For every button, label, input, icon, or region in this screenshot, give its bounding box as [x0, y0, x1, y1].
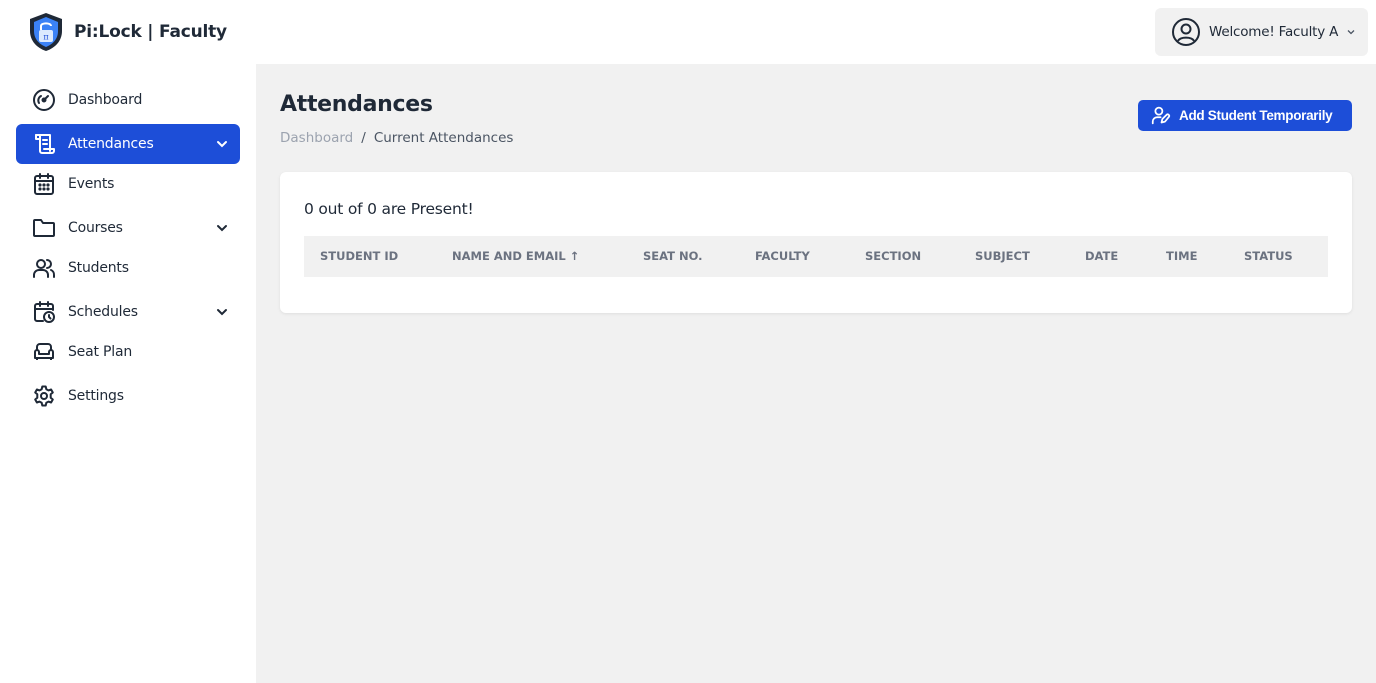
sidebar-item-label: Seat Plan: [68, 344, 133, 360]
chevron-down-icon[interactable]: [214, 220, 230, 236]
sidebar-item-label: Courses: [68, 220, 123, 236]
sidebar-item-label: Events: [68, 176, 115, 192]
column-header-name-and-email[interactable]: NAME AND EMAIL ↑: [452, 249, 579, 263]
main-content: Attendances Dashboard / Current Attendan…: [256, 64, 1376, 683]
column-header-section[interactable]: SECTION: [865, 249, 921, 263]
sidebar: Dashboard Attendances Events Courses Stu…: [0, 64, 256, 683]
shield-lock-logo-icon: π: [28, 12, 64, 52]
sidebar-item-label: Schedules: [68, 304, 138, 320]
svg-text:π: π: [43, 33, 48, 42]
calendar-clock-icon: [32, 300, 56, 324]
column-header-status[interactable]: STATUS: [1244, 249, 1293, 263]
sidebar-item-schedules[interactable]: Schedules: [16, 292, 240, 332]
chevron-down-icon[interactable]: [214, 136, 230, 152]
column-header-student-id[interactable]: STUDENT ID: [320, 249, 398, 263]
sidebar-item-label: Students: [68, 260, 129, 276]
table-header: STUDENT ID NAME AND EMAIL ↑ SEAT NO. FAC…: [304, 236, 1328, 277]
top-header: π Pi:Lock | Faculty Welcome! Faculty A: [0, 0, 1376, 64]
attendance-summary: 0 out of 0 are Present!: [304, 200, 474, 218]
column-header-seat-no[interactable]: SEAT NO.: [643, 249, 703, 263]
sidebar-item-events[interactable]: Events: [16, 164, 240, 204]
welcome-text: Welcome! Faculty A: [1209, 24, 1339, 40]
breadcrumb-dashboard-link[interactable]: Dashboard: [280, 130, 353, 146]
breadcrumb: Dashboard / Current Attendances: [280, 130, 513, 146]
sidebar-item-settings[interactable]: Settings: [16, 376, 240, 416]
calendar-icon: [32, 172, 56, 196]
brand-name: Pi:Lock | Faculty: [74, 22, 227, 42]
column-header-faculty[interactable]: FACULTY: [755, 249, 810, 263]
gear-icon: [32, 384, 56, 408]
sidebar-item-label: Settings: [68, 388, 124, 404]
breadcrumb-separator: /: [361, 130, 366, 146]
brand[interactable]: π Pi:Lock | Faculty: [28, 12, 227, 52]
column-header-subject[interactable]: SUBJECT: [975, 249, 1030, 263]
chevron-down-icon[interactable]: [214, 304, 230, 320]
sidebar-item-students[interactable]: Students: [16, 248, 240, 288]
breadcrumb-current: Current Attendances: [373, 130, 514, 146]
add-student-temporarily-button[interactable]: Add Student Temporarily: [1138, 100, 1352, 131]
add-student-temporarily-label: Add Student Temporarily: [1179, 108, 1333, 123]
page-title: Attendances: [280, 92, 433, 117]
chevron-down-icon: [1346, 27, 1356, 37]
sidebar-item-attendances[interactable]: Attendances: [16, 124, 240, 164]
sidebar-item-label: Attendances: [68, 136, 154, 152]
users-icon: [32, 256, 56, 280]
attendance-card: 0 out of 0 are Present! STUDENT ID NAME …: [280, 172, 1352, 313]
user-pen-icon: [1151, 105, 1172, 126]
column-header-time[interactable]: TIME: [1166, 249, 1197, 263]
user-circle-icon: [1171, 17, 1201, 47]
sidebar-item-seat-plan[interactable]: Seat Plan: [16, 332, 240, 372]
sidebar-item-dashboard[interactable]: Dashboard: [16, 80, 240, 120]
user-menu[interactable]: Welcome! Faculty A: [1155, 8, 1368, 56]
gauge-icon: [32, 88, 56, 112]
column-header-date[interactable]: DATE: [1085, 249, 1118, 263]
sofa-icon: [32, 340, 56, 364]
scroll-icon: [32, 132, 56, 156]
folder-icon: [32, 216, 56, 240]
sidebar-item-label: Dashboard: [68, 92, 143, 108]
sidebar-item-courses[interactable]: Courses: [16, 208, 240, 248]
